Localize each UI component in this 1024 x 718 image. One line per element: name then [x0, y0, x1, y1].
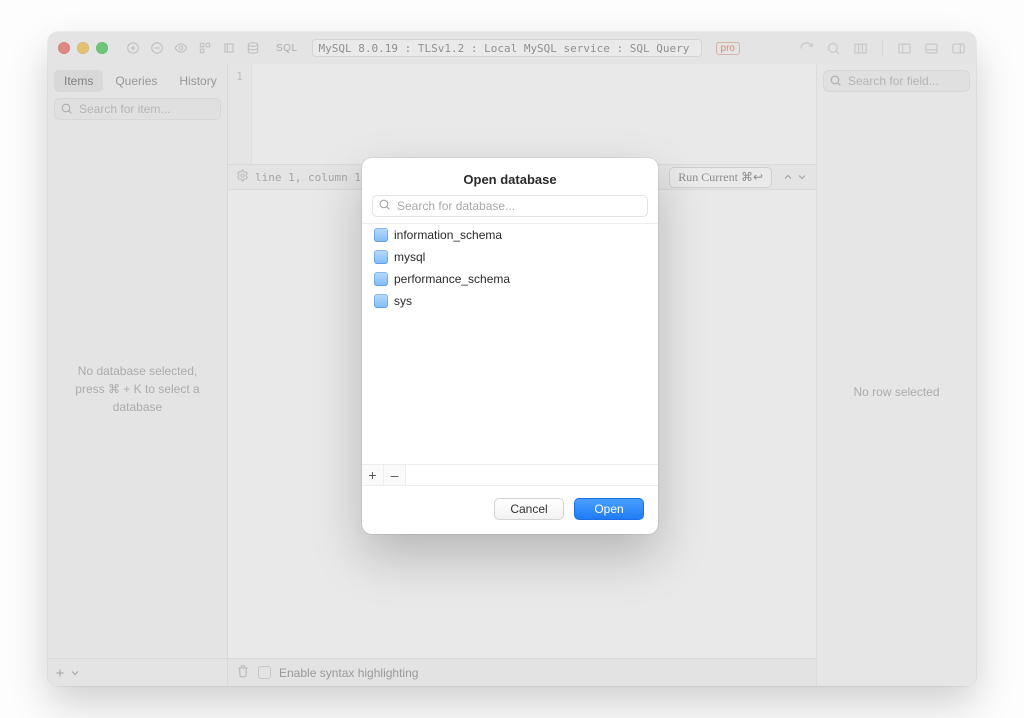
syntax-highlight-label: Enable syntax highlighting	[279, 666, 418, 680]
pro-badge: pro	[716, 42, 740, 55]
item-search-wrap	[54, 98, 221, 120]
add-item-dropdown[interactable]	[54, 667, 81, 679]
cursor-position-label: line 1, column 1,	[255, 171, 368, 184]
database-icon	[374, 294, 388, 308]
open-button[interactable]: Open	[574, 498, 644, 520]
tab-history[interactable]: History	[169, 70, 226, 92]
item-search-input[interactable]	[54, 98, 221, 120]
gear-icon[interactable]	[236, 169, 249, 185]
database-icon	[374, 250, 388, 264]
search-icon	[378, 198, 391, 216]
columns-icon[interactable]	[853, 41, 868, 56]
struct-icon[interactable]	[198, 41, 212, 55]
left-sidebar: Items Queries History No database select…	[48, 64, 228, 686]
trash-icon[interactable]	[236, 664, 250, 681]
run-mode-toggle[interactable]	[782, 171, 808, 183]
add-database-button[interactable]: +	[362, 465, 384, 485]
toolbar-right-icons	[799, 40, 966, 56]
search-icon	[60, 102, 73, 120]
cancel-circle-icon[interactable]	[150, 41, 164, 55]
database-item-label: sys	[394, 294, 412, 308]
database-item-label: performance_schema	[394, 272, 510, 286]
database-item[interactable]: performance_schema	[362, 268, 658, 290]
center-footer: Enable syntax highlighting	[228, 658, 816, 686]
right-sidebar: No row selected	[816, 64, 976, 686]
toolbar-left-icons: SQL	[126, 41, 298, 55]
database-item[interactable]: mysql	[362, 246, 658, 268]
database-item[interactable]: sys	[362, 290, 658, 312]
titlebar: SQL MySQL 8.0.19 : TLSv1.2 : Local MySQL…	[48, 32, 976, 64]
syntax-highlight-checkbox[interactable]	[258, 666, 271, 679]
search-icon[interactable]	[826, 41, 841, 56]
panel-bottom-icon[interactable]	[924, 41, 939, 56]
database-search-input[interactable]	[372, 195, 648, 217]
no-database-message: No database selected, press ⌘ + K to sel…	[48, 120, 227, 658]
sql-mode-label: SQL	[276, 43, 298, 54]
box-icon[interactable]	[222, 41, 236, 55]
dialog-title: Open database	[362, 158, 658, 195]
database-item-label: information_schema	[394, 228, 502, 242]
run-current-button[interactable]: Run Current ⌘↩	[669, 167, 772, 188]
sidebar-footer	[48, 658, 227, 686]
connection-address-bar[interactable]: MySQL 8.0.19 : TLSv1.2 : Local MySQL ser…	[312, 39, 702, 57]
toolbar-divider	[882, 40, 883, 56]
dialog-actions: Cancel Open	[362, 486, 658, 534]
tab-items[interactable]: Items	[54, 70, 103, 92]
database-list[interactable]: information_schemamysql performance_schem…	[362, 223, 658, 465]
field-search-wrap	[823, 70, 970, 92]
database-item[interactable]: information_schema	[362, 224, 658, 246]
close-window-button[interactable]	[58, 42, 70, 54]
no-row-message: No row selected	[817, 98, 976, 686]
list-operations: + –	[362, 465, 658, 486]
cancel-button[interactable]: Cancel	[494, 498, 564, 520]
field-search-input[interactable]	[823, 70, 970, 92]
remove-database-button[interactable]: –	[384, 465, 406, 485]
database-item-label: mysql	[394, 250, 425, 264]
database-icon[interactable]	[246, 41, 260, 55]
dialog-search-wrap	[362, 195, 658, 223]
database-icon	[374, 272, 388, 286]
eye-icon[interactable]	[174, 41, 188, 55]
zoom-window-button[interactable]	[96, 42, 108, 54]
minimize-window-button[interactable]	[77, 42, 89, 54]
editor-gutter: 1	[228, 64, 252, 164]
sidebar-tabs: Items Queries History	[48, 64, 227, 98]
open-database-dialog: Open database information_schemamysql per…	[362, 158, 658, 534]
window-traffic-lights	[58, 42, 108, 54]
sql-editor[interactable]	[252, 64, 816, 164]
plus-circle-icon[interactable]	[126, 41, 140, 55]
refresh-icon[interactable]	[799, 41, 814, 56]
tab-queries[interactable]: Queries	[105, 70, 167, 92]
panel-left-icon[interactable]	[897, 41, 912, 56]
search-icon	[829, 74, 842, 92]
panel-right-icon[interactable]	[951, 41, 966, 56]
database-icon	[374, 228, 388, 242]
sql-editor-area: 1	[228, 64, 816, 164]
